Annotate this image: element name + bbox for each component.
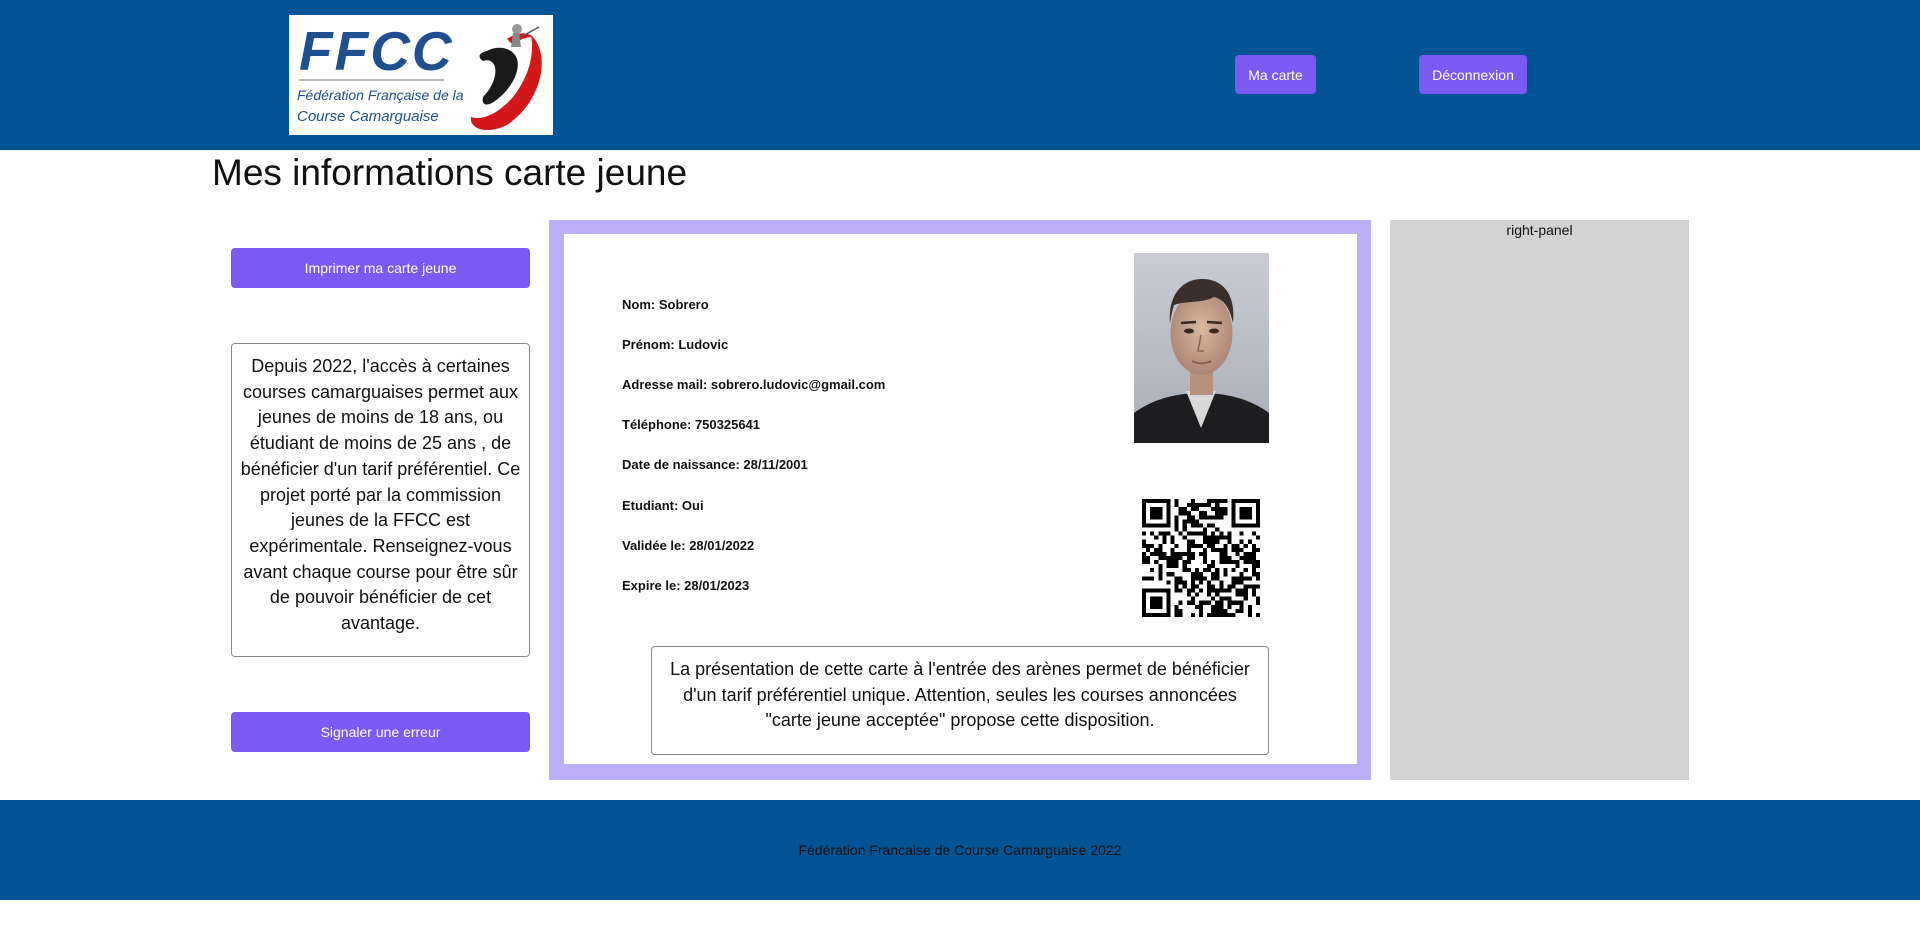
field-student: Etudiant: Oui <box>622 498 704 513</box>
my-card-button[interactable]: Ma carte <box>1235 55 1316 94</box>
ffcc-logo[interactable]: FFCC Fédération Française de la Course C… <box>289 15 553 135</box>
bull-emblem-icon <box>470 24 542 131</box>
footer-text: Fédération Francaise de Course Camarguai… <box>798 842 1122 858</box>
field-email: Adresse mail: sobrero.ludovic@gmail.com <box>622 377 886 392</box>
print-card-button[interactable]: Imprimer ma carte jeune <box>231 248 530 288</box>
card-notice: La présentation de cette carte à l'entré… <box>651 646 1269 755</box>
logout-button[interactable]: Déconnexion <box>1419 55 1527 94</box>
profile-photo <box>1134 253 1269 443</box>
info-box: Depuis 2022, l'accès à certaines courses… <box>231 343 530 657</box>
right-panel: right-panel <box>1390 220 1689 780</box>
logo-divider <box>299 79 444 81</box>
field-birthdate: Date de naissance: 28/11/2001 <box>622 457 808 472</box>
field-expires: Expire le: 28/01/2023 <box>622 578 750 593</box>
logo-line-1: Fédération Française de la <box>297 87 464 103</box>
field-nom: Nom: Sobrero <box>622 297 709 312</box>
right-panel-label: right-panel <box>1506 222 1573 238</box>
field-telephone: Téléphone: 750325641 <box>622 417 761 432</box>
logo-line-2: Course Camarguaise <box>297 108 439 125</box>
report-error-button[interactable]: Signaler une erreur <box>231 712 530 752</box>
qr-code <box>1142 499 1260 617</box>
footer: Fédération Francaise de Course Camarguai… <box>0 800 1920 900</box>
page-title: Mes informations carte jeune <box>212 152 688 193</box>
field-validated: Validée le: 28/01/2022 <box>622 538 755 553</box>
field-prenom: Prénom: Ludovic <box>622 337 729 352</box>
logo-acronym: FFCC <box>299 20 454 82</box>
header: FFCC Fédération Française de la Course C… <box>0 0 1920 150</box>
